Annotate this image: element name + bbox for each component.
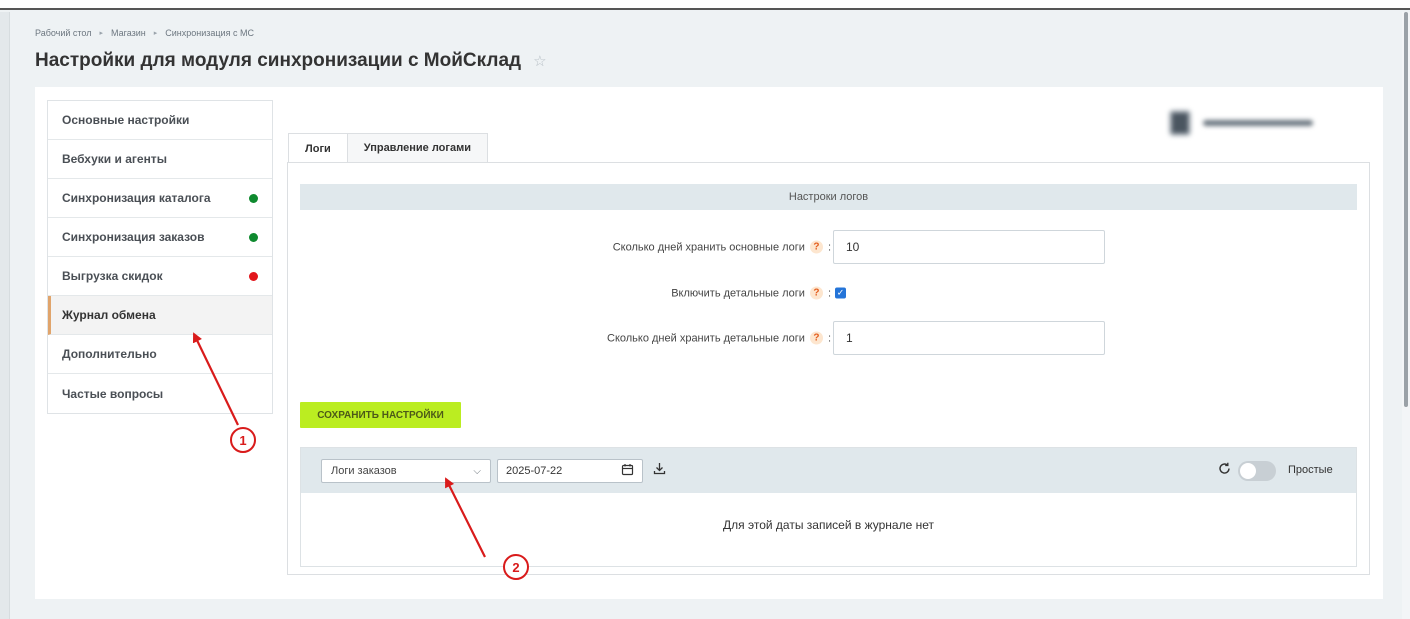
help-icon[interactable]: ? [809,286,823,300]
logs-tab-panel: Настроки логов Сколько дней хранить осно… [287,162,1370,575]
label-colon: : [827,287,831,299]
chevron-down-icon: ⌵ [473,465,481,477]
page-title: Настройки для модуля синхронизации с Мой… [35,50,547,72]
toggle-knob [1240,463,1256,479]
settings-sidebar: Основные настройки Вебхуки и агенты Синх… [47,100,273,414]
status-dot-green-icon [249,193,258,203]
detailed-logs-days-row: Сколько дней хранить детальные логи ? : … [288,321,1371,355]
breadcrumb-separator-icon: ▸ [99,30,104,37]
sidebar-item-label: Основные настройки [62,113,190,127]
sidebar-item-exchange-log[interactable]: Журнал обмена [48,296,272,335]
sidebar-item-additional[interactable]: Дополнительно [48,335,272,374]
main-logs-days-label-text: Сколько дней хранить основные логи [612,241,805,253]
main-logs-days-label: Сколько дней хранить основные логи ? : [612,240,831,254]
sidebar-item-main-settings[interactable]: Основные настройки [48,101,272,140]
sidebar-item-label: Выгрузка скидок [62,269,163,283]
log-toolbar: Логи заказов ⌵ 2025-07-22 Простые [301,448,1356,493]
browser-top-edge [0,0,1410,10]
content-card: Основные настройки Вебхуки и агенты Синх… [35,87,1383,599]
help-icon[interactable]: ? [809,240,823,254]
sidebar-item-faq[interactable]: Частые вопросы [48,374,272,413]
simple-logs-toggle[interactable] [1238,461,1276,481]
log-date-input[interactable]: 2025-07-22 [497,459,643,483]
page-title-text: Настройки для модуля синхронизации с Мой… [35,50,522,71]
sidebar-item-label: Синхронизация каталога [62,191,211,205]
sidebar-item-catalog-sync[interactable]: Синхронизация каталога [48,179,272,218]
label-colon: : [827,241,831,253]
breadcrumb-item-shop[interactable]: Магазин [111,28,146,38]
sidebar-item-label: Частые вопросы [62,386,164,401]
detailed-logs-row: Включить детальные логи ? : ✓ [288,276,1371,310]
breadcrumb-separator-icon: ▸ [153,30,158,37]
download-icon[interactable] [653,462,666,478]
simple-logs-toggle-label: Простые [1288,464,1333,476]
breadcrumb-item-desktop[interactable]: Рабочий стол [35,28,92,38]
label-colon: : [827,332,831,344]
page-scrollbar[interactable] [1402,12,1410,619]
annotation-marker-1: 1 [230,427,256,453]
sidebar-item-discounts-export[interactable]: Выгрузка скидок [48,257,272,296]
log-date-value: 2025-07-22 [506,465,563,477]
sidebar-item-orders-sync[interactable]: Синхронизация заказов [48,218,272,257]
detailed-logs-days-label-text: Сколько дней хранить детальные логи [607,332,805,344]
empty-log-message: Для этой даты записей в журнале нет [723,518,934,532]
sidebar-item-label: Вебхуки и агенты [62,152,167,166]
sidebar-item-label: Дополнительно [62,347,157,361]
tab-logs[interactable]: Логи [288,133,348,163]
log-type-value: Логи заказов [331,465,397,477]
account-profile-blurred[interactable] [1169,107,1355,139]
detailed-logs-checkbox[interactable]: ✓ [835,287,846,299]
tab-bar: Логи Управление логами [288,133,489,163]
tab-manage-logs[interactable]: Управление логами [347,133,489,162]
breadcrumb-item-sync[interactable]: Синхронизация с МС [165,28,254,38]
calendar-icon[interactable] [621,463,634,479]
left-panel-edge [0,12,10,619]
avatar [1169,110,1191,136]
main-logs-days-row: Сколько дней хранить основные логи ? : 1… [288,230,1371,264]
breadcrumb: Рабочий стол ▸ Магазин ▸ Синхронизация с… [35,28,254,38]
log-type-select[interactable]: Логи заказов ⌵ [321,459,491,483]
log-viewer: Логи заказов ⌵ 2025-07-22 Простые Для эт… [300,447,1357,567]
scrollbar-thumb[interactable] [1404,12,1408,407]
main-logs-days-input[interactable]: 10 [833,230,1105,264]
refresh-icon[interactable] [1218,462,1231,478]
status-dot-red-icon [249,271,258,281]
detailed-logs-days-label: Сколько дней хранить детальные логи ? : [607,331,831,345]
help-icon[interactable]: ? [809,331,823,345]
save-settings-button[interactable]: СОХРАНИТЬ НАСТРОЙКИ [300,402,461,428]
star-icon[interactable]: ☆ [533,52,546,70]
sidebar-item-label: Синхронизация заказов [62,230,205,244]
sidebar-item-label: Журнал обмена [62,308,156,322]
annotation-marker-2: 2 [503,554,529,580]
detailed-logs-label-text: Включить детальные логи [671,287,805,299]
status-dot-green-icon [249,232,258,242]
log-settings-header: Настроки логов [300,184,1357,210]
detailed-logs-label: Включить детальные логи ? : [671,286,831,300]
sidebar-item-webhooks[interactable]: Вебхуки и агенты [48,140,272,179]
detailed-logs-days-input[interactable]: 1 [833,321,1105,355]
account-name-blurred [1203,120,1313,126]
